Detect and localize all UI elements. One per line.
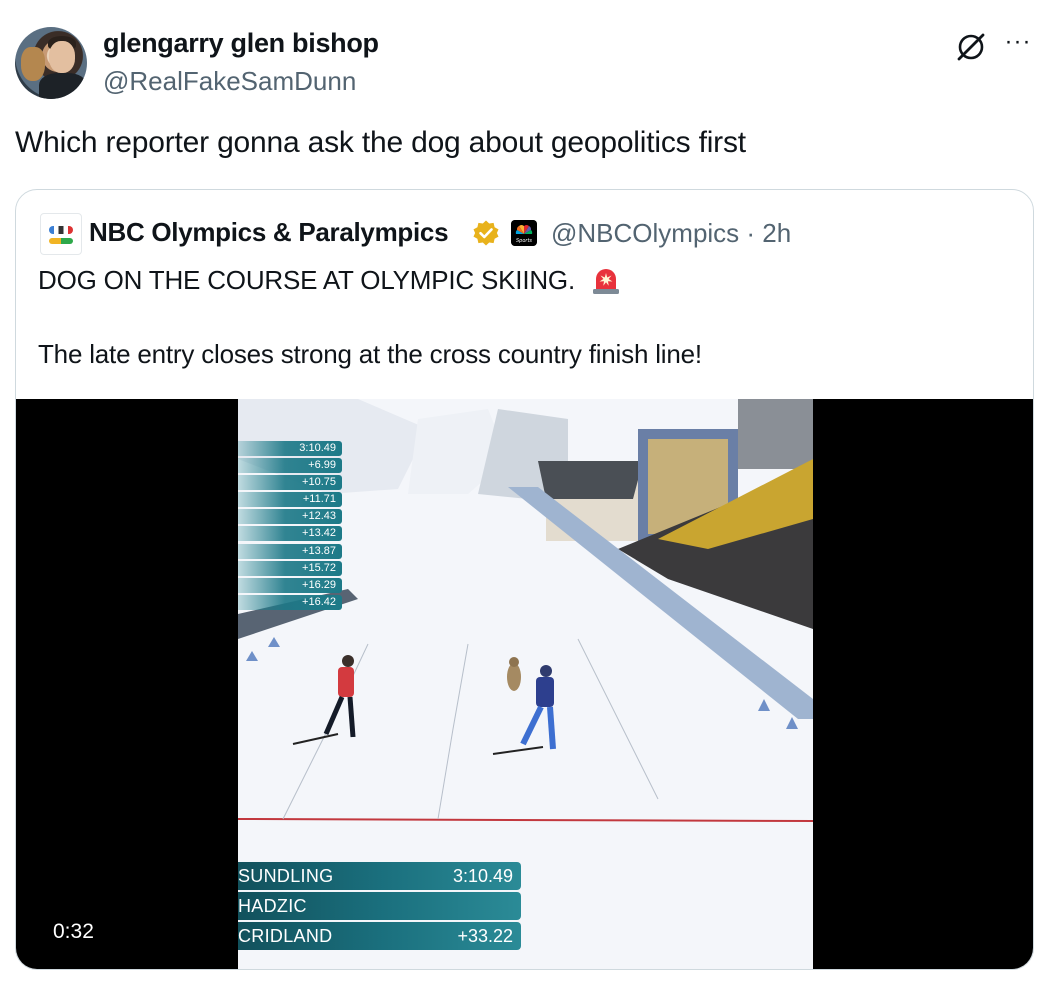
video-frame[interactable]: 3:10.49 +6.99 +10.75 +11.71 +12.43 +13.4… — [238, 399, 813, 969]
tweet-text: Which reporter gonna ask the dog about g… — [15, 126, 746, 159]
quoted-author-handle-and-time[interactable]: @NBCOlympics · 2h — [551, 218, 791, 249]
split-times-board: 3:10.49 +6.99 +10.75 +11.71 +12.43 +13.4… — [238, 441, 342, 612]
svg-text:Sports: Sports — [516, 238, 532, 244]
result-row: HADZIC — [238, 892, 521, 920]
quoted-author-avatar[interactable] — [40, 213, 82, 255]
result-row: SUNDLING 3:10.49 — [238, 862, 521, 890]
split-time: +12.43 — [238, 509, 342, 525]
nbc-sports-affiliate-icon[interactable]: Sports — [511, 220, 537, 246]
result-athlete-name: SUNDLING — [238, 866, 334, 886]
result-athlete-name: CRIDLAND — [238, 926, 333, 946]
video-player[interactable]: 3:10.49 +6.99 +10.75 +11.71 +12.43 +13.4… — [16, 399, 1033, 969]
author-avatar[interactable] — [15, 27, 87, 99]
more-icon[interactable]: ··· — [1002, 30, 1034, 58]
quoted-author-display-name[interactable]: NBC Olympics & Paralympics — [89, 217, 449, 248]
split-time: 3:10.49 — [238, 441, 342, 456]
results-board: SUNDLING 3:10.49 HADZIC CRIDLAND +33.22 — [238, 862, 521, 952]
author-display-name[interactable]: glengarry glen bishop — [103, 28, 379, 59]
video-duration: 0:32 — [53, 920, 94, 943]
result-time: 3:10.49 — [452, 866, 513, 886]
siren-emoji-icon — [593, 269, 619, 294]
quoted-text-line-1: DOG ON THE COURSE AT OLYMPIC SKIING. — [38, 265, 575, 295]
grok-icon[interactable] — [954, 30, 988, 64]
author-handle[interactable]: @RealFakeSamDunn — [103, 66, 356, 97]
split-time: +16.42 — [238, 594, 342, 610]
result-athlete-name: HADZIC — [238, 896, 307, 916]
split-time: +6.99 — [238, 458, 342, 474]
split-time: +10.75 — [238, 475, 342, 491]
split-time: +16.29 — [238, 577, 342, 593]
result-row: CRIDLAND +33.22 — [238, 922, 521, 950]
result-time: +33.22 — [457, 926, 513, 946]
verified-badge-icon[interactable] — [472, 219, 500, 247]
split-time: +11.71 — [238, 492, 342, 508]
tweet: glengarry glen bishop @RealFakeSamDunn ·… — [0, 0, 1054, 1004]
quoted-tweet-card[interactable]: NBC Olympics & Paralympics Sports @NBCOl… — [15, 189, 1034, 970]
split-time: +13.87 — [238, 543, 342, 559]
quoted-text-line-2: The late entry closes strong at the cros… — [38, 339, 702, 369]
split-time: +13.42 — [238, 526, 342, 542]
split-time: +15.72 — [238, 560, 342, 576]
